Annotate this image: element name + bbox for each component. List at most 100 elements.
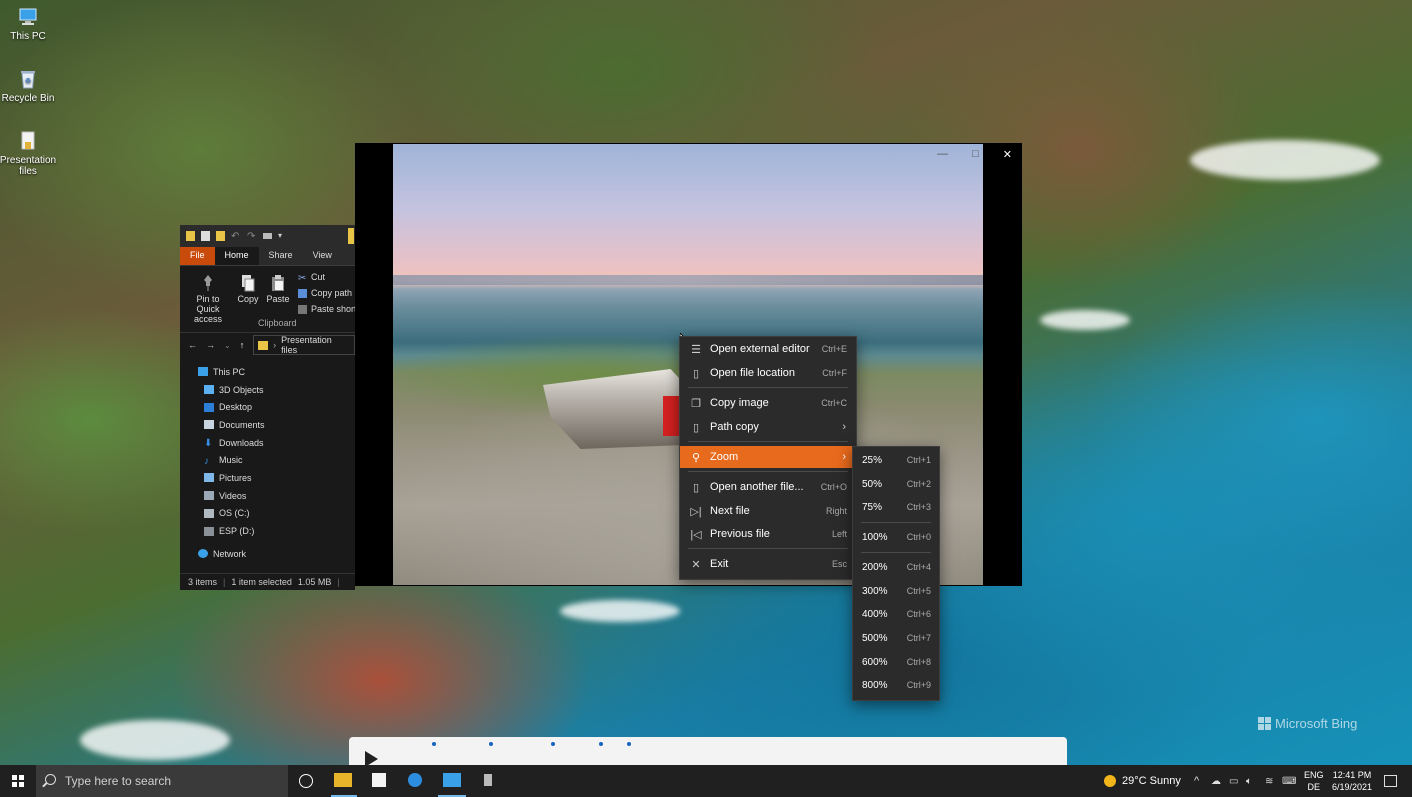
weather-widget[interactable]: 29°C Sunny — [1104, 765, 1181, 797]
redo-icon[interactable]: ↷ — [247, 231, 257, 242]
keyboard-icon[interactable]: ⌨ — [1282, 765, 1296, 797]
context-menu: ☰ Open external editor Ctrl+E ▯ Open fil… — [679, 336, 857, 580]
properties-icon[interactable] — [201, 231, 210, 241]
address-bar[interactable]: › Presentation files — [253, 335, 355, 355]
menu-item-open-external-editor[interactable]: ☰ Open external editor Ctrl+E — [680, 338, 856, 360]
menu-item-zoom[interactable]: ⚲ Zoom › — [680, 446, 856, 468]
close-button[interactable]: ✕ — [1003, 148, 1012, 161]
taskbar: Type here to search 29°C Sunny ^ ☁ ▭ 🔈︎ … — [0, 765, 1412, 797]
menu-item-copy-image[interactable]: ❐ Copy image Ctrl+C — [680, 392, 856, 414]
zoom-item-800[interactable]: 800% Ctrl+9 — [853, 674, 939, 696]
zoom-item-100[interactable]: 100% Ctrl+0 — [853, 526, 939, 548]
forward-arrow-icon[interactable]: → — [206, 340, 215, 350]
new-folder-icon[interactable] — [216, 231, 225, 241]
notification-button[interactable] — [1384, 765, 1397, 797]
zoom-item-25[interactable]: 25% Ctrl+1 — [853, 449, 939, 471]
menu-item-label: Open file location — [710, 367, 795, 379]
tab-file[interactable]: File — [180, 247, 215, 265]
desktop-icon-this-pc[interactable]: This PC — [0, 6, 58, 42]
zoom-item-600[interactable]: 600% Ctrl+8 — [853, 651, 939, 673]
tree-item-this-pc[interactable]: This PC — [180, 363, 355, 381]
zoom-item-shortcut: Ctrl+6 — [906, 609, 931, 619]
chevron-down-icon[interactable]: ▾ — [278, 231, 286, 241]
menu-item-shortcut: Esc — [831, 559, 847, 569]
menu-item-next-file[interactable]: ▷| Next file Right — [680, 500, 856, 522]
tree-item-label: OS (C:) — [219, 508, 250, 519]
tree-item-label: Documents — [219, 419, 265, 430]
file-explorer-window[interactable]: ↶ ↷ ▾ File Home Share View Pin to Quick … — [180, 225, 355, 590]
tab-view[interactable]: View — [303, 247, 342, 265]
pin-icon — [200, 274, 216, 292]
zoom-item-300[interactable]: 300% Ctrl+5 — [853, 580, 939, 602]
paste-shortcut-label: Paste shortc — [311, 304, 355, 314]
tree-item-documents[interactable]: Documents — [180, 416, 355, 434]
language-indicator[interactable]: ENG DE — [1304, 765, 1324, 797]
tree-item-esp-d[interactable]: ESP (D:) — [180, 522, 355, 540]
volume-icon[interactable]: 🔈︎ — [1246, 765, 1252, 797]
file-location-icon: ▯ — [692, 367, 700, 380]
paste-shortcut-button[interactable]: Paste shortc — [298, 304, 355, 314]
undo-icon[interactable]: ↶ — [231, 231, 241, 242]
tab-share[interactable]: Share — [259, 247, 303, 265]
tree-item-os-c[interactable]: OS (C:) — [180, 505, 355, 523]
chevron-up-icon[interactable]: ^ — [1194, 765, 1199, 797]
computer-icon — [198, 367, 208, 377]
recent-chevron-icon[interactable]: ⌄ — [224, 341, 231, 350]
desktop-icon-label: Presentation files — [0, 155, 57, 177]
back-arrow-icon[interactable]: ← — [188, 340, 197, 350]
menu-item-previous-file[interactable]: |◁ Previous file Left — [680, 523, 856, 545]
desktop-icon-presentation-files[interactable]: Presentation files — [0, 130, 58, 177]
menu-item-shortcut: Ctrl+E — [821, 344, 847, 354]
up-arrow-icon[interactable]: ↑ — [240, 340, 245, 350]
timeline-marker[interactable] — [627, 742, 631, 746]
minimize-button[interactable]: — — [937, 148, 948, 161]
desktop-icon-recycle-bin[interactable]: ♻ Recycle Bin — [0, 68, 58, 104]
zoom-item-400[interactable]: 400% Ctrl+6 — [853, 603, 939, 625]
zoom-item-label: 300% — [862, 585, 888, 597]
drive-icon — [204, 508, 214, 518]
menu-item-exit[interactable]: ✕ Exit Esc — [680, 553, 856, 575]
onedrive-icon[interactable]: ☁ — [1211, 765, 1221, 797]
pin-quick-access-button[interactable]: Pin to Quick access — [184, 274, 232, 324]
menu-item-open-another-file[interactable]: ▯ Open another file... Ctrl+O — [680, 476, 856, 498]
ribbon-home: Pin to Quick access Copy Paste ✂ Cut Cop… — [180, 266, 355, 332]
zoom-item-50[interactable]: 50% Ctrl+2 — [853, 473, 939, 495]
battery-icon[interactable]: ▭ — [1229, 765, 1238, 797]
menu-item-open-file-location[interactable]: ▯ Open file location Ctrl+F — [680, 362, 856, 384]
menu-item-path-copy[interactable]: ▯ Path copy › — [680, 416, 856, 438]
timeline-marker[interactable] — [489, 742, 493, 746]
tree-item-music[interactable]: ♪ Music — [180, 451, 355, 469]
menu-item-label: Open external editor — [710, 343, 810, 355]
folder-icon[interactable] — [186, 231, 195, 241]
tab-home[interactable]: Home — [214, 247, 259, 265]
paste-button[interactable]: Paste — [266, 274, 290, 304]
tree-item-label: This PC — [213, 366, 246, 377]
zoom-item-shortcut: Ctrl+3 — [906, 502, 931, 512]
tree-item-pictures[interactable]: Pictures — [180, 469, 355, 487]
timeline-marker[interactable] — [551, 742, 555, 746]
tree-item-videos[interactable]: Videos — [180, 487, 355, 505]
rename-icon[interactable] — [263, 233, 272, 239]
wifi-icon[interactable]: ≋ — [1265, 765, 1273, 797]
copy-button[interactable]: Copy — [236, 274, 260, 304]
clock[interactable]: 12:41 PM 6/19/2021 — [1330, 765, 1374, 797]
timeline-marker[interactable] — [432, 742, 436, 746]
zoom-item-500[interactable]: 500% Ctrl+7 — [853, 627, 939, 649]
copy-path-button[interactable]: Copy path — [298, 288, 352, 298]
maximize-button[interactable]: □ — [972, 148, 979, 161]
tree-item-downloads[interactable]: ⬇ Downloads — [180, 434, 355, 452]
cut-button[interactable]: ✂ Cut — [298, 272, 325, 284]
folder-icon — [258, 340, 269, 350]
bing-watermark: Microsoft Bing — [1258, 716, 1357, 731]
folder-edge-icon — [348, 228, 354, 244]
timeline-marker[interactable] — [599, 742, 603, 746]
tree-item-desktop[interactable]: Desktop — [180, 398, 355, 416]
zoom-item-label: 400% — [862, 608, 888, 620]
sun-icon — [1104, 775, 1116, 787]
music-icon: ♪ — [204, 455, 209, 467]
tree-item-network[interactable]: Network — [180, 545, 355, 563]
menu-separator — [861, 552, 931, 553]
tree-item-3d-objects[interactable]: 3D Objects — [180, 381, 355, 399]
zoom-item-75[interactable]: 75% Ctrl+3 — [853, 496, 939, 518]
zoom-item-200[interactable]: 200% Ctrl+4 — [853, 556, 939, 578]
